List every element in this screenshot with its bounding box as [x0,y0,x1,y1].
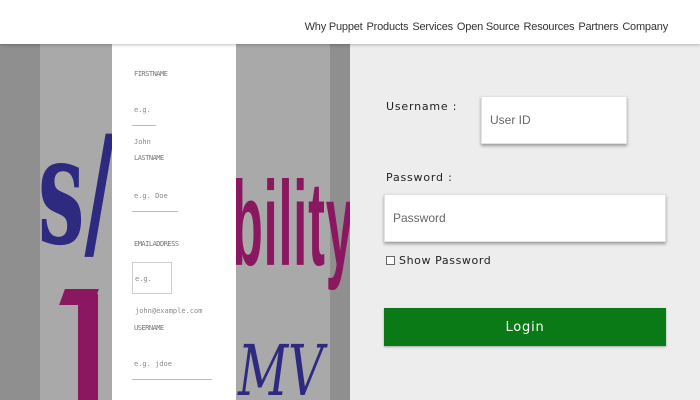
firstname-label: FIRSTNAME [134,70,168,78]
nav-link-partners[interactable]: Partners [578,21,618,33]
login-panel: Username : Password : Show Password Logi… [350,44,700,400]
nav-link-services[interactable]: Services [412,21,453,33]
nav-link-open-source[interactable]: Open Source [457,21,520,33]
username-signup-label: USERNAME [134,324,164,332]
show-password-label[interactable]: Show Password [399,254,491,267]
username-signup-input[interactable]: e.g. jdoe [132,348,212,380]
signup-form-column: FIRSTNAME e.g. John LASTNAME e.g. Doe EM… [112,44,236,400]
nav-links: Why Puppet Products Services Open Source… [305,21,669,33]
show-password-checkbox[interactable] [386,256,395,265]
email-label: EMAILADDRESS [134,240,179,248]
firstname-input[interactable]: e.g. John [132,94,156,146]
nav-link-products[interactable]: Products [367,21,409,33]
username-input[interactable] [481,96,627,144]
password-label: Password : [386,171,453,184]
top-navigation-bar: Why Puppet Products Services Open Source… [0,0,700,44]
show-password-row: Show Password [386,254,491,267]
nav-link-company[interactable]: Company [622,21,668,33]
login-button[interactable]: Login [384,308,666,346]
nav-link-resources[interactable]: Resources [524,21,575,33]
username-label: Username : [386,100,458,113]
logo-letters-bottom: MV [238,330,324,400]
email-input[interactable]: e.g. john@example.com [132,262,202,315]
logo-letters-right: bility [232,157,350,291]
lastname-input[interactable]: e.g. Doe [132,180,178,212]
lastname-label: LASTNAME [134,154,164,162]
password-input[interactable] [384,194,666,242]
logo-bar [78,294,98,400]
nav-link-why-puppet[interactable]: Why Puppet [305,21,363,33]
